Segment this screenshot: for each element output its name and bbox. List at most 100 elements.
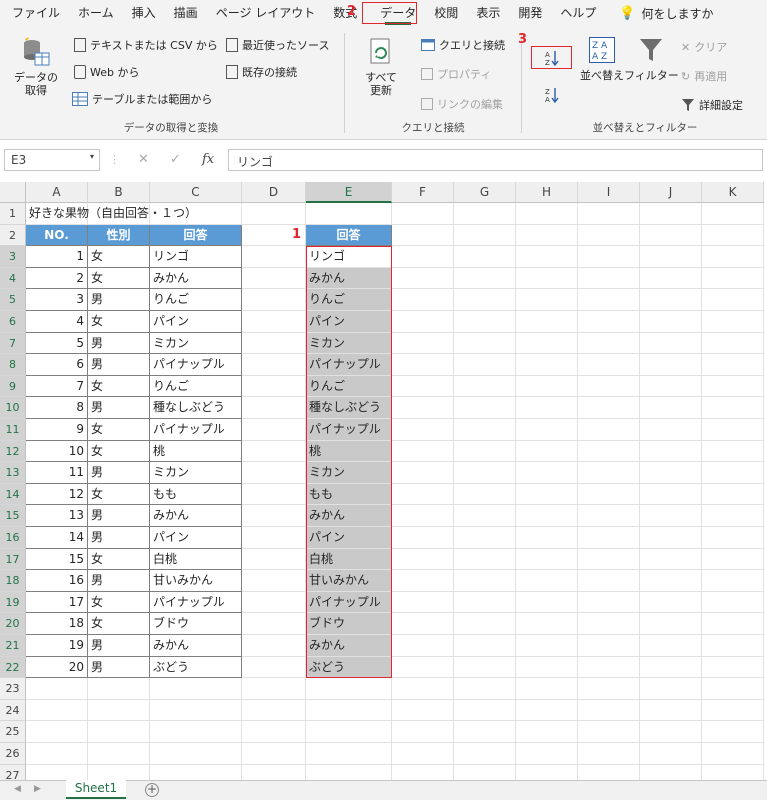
cell[interactable] (306, 764, 392, 780)
cell[interactable] (702, 743, 764, 765)
cell[interactable] (392, 397, 454, 419)
selected-cell[interactable]: 甘いみかん (306, 570, 392, 592)
cell[interactable] (392, 764, 454, 780)
table-cell[interactable]: ミカン (150, 462, 242, 484)
cell[interactable] (242, 678, 306, 700)
cell[interactable] (88, 721, 150, 743)
table-cell[interactable]: 19 (26, 635, 88, 657)
selected-cell[interactable]: りんご (306, 375, 392, 398)
row-header[interactable]: 4 (0, 267, 26, 290)
row-header[interactable]: 17 (0, 548, 26, 571)
cell[interactable] (26, 743, 88, 765)
table-cell[interactable]: 男 (88, 505, 150, 527)
cell[interactable] (702, 354, 764, 376)
cell[interactable] (454, 743, 516, 765)
enter-check-icon[interactable]: ✓ (170, 152, 181, 167)
cell[interactable] (454, 354, 516, 376)
cell[interactable] (640, 440, 702, 463)
cell[interactable] (640, 483, 702, 506)
cell[interactable] (454, 678, 516, 700)
table-header-cell[interactable]: 回答 (150, 224, 242, 247)
existing-connections-button[interactable]: 既存の接続 (226, 64, 297, 80)
cell[interactable] (454, 267, 516, 290)
selected-cell[interactable]: リンゴ (306, 246, 392, 268)
cell[interactable] (392, 311, 454, 333)
row-header[interactable]: 12 (0, 440, 26, 463)
cell[interactable] (702, 224, 764, 247)
cell[interactable] (26, 764, 88, 780)
cell[interactable] (392, 246, 454, 268)
insert-function-icon[interactable]: fx (202, 152, 214, 167)
table-cell[interactable]: 5 (26, 332, 88, 355)
cell[interactable] (242, 656, 306, 679)
cell[interactable] (392, 332, 454, 355)
cell[interactable] (454, 527, 516, 549)
cell[interactable] (702, 462, 764, 484)
cell[interactable] (242, 764, 306, 780)
table-cell[interactable]: 白桃 (150, 548, 242, 571)
table-cell[interactable]: みかん (150, 267, 242, 290)
cell[interactable] (306, 203, 392, 225)
selected-cell[interactable]: りんご (306, 289, 392, 311)
cell[interactable] (150, 721, 242, 743)
tab-7[interactable]: 校閲 (425, 0, 467, 27)
cell[interactable] (242, 570, 306, 592)
column-header-d[interactable]: D (242, 182, 306, 203)
table-cell[interactable]: 男 (88, 354, 150, 376)
cell[interactable] (516, 721, 578, 743)
row-header[interactable]: 3 (0, 246, 26, 268)
scroll-left-icon[interactable]: ◀ (14, 784, 21, 794)
cell[interactable] (306, 743, 392, 765)
cell[interactable] (516, 440, 578, 463)
cell[interactable] (640, 332, 702, 355)
select-all-corner[interactable] (0, 182, 26, 203)
row-header[interactable]: 9 (0, 375, 26, 398)
cell[interactable] (454, 203, 516, 225)
table-cell[interactable]: みかん (150, 635, 242, 657)
table-cell[interactable]: 男 (88, 635, 150, 657)
cell[interactable] (454, 419, 516, 441)
tab-4[interactable]: ページ レイアウト (207, 0, 325, 27)
cell[interactable] (454, 462, 516, 484)
table-cell[interactable]: 女 (88, 483, 150, 506)
cell[interactable] (516, 224, 578, 247)
cell[interactable] (578, 440, 640, 463)
cell[interactable] (242, 311, 306, 333)
row-header[interactable]: 24 (0, 699, 26, 722)
table-cell[interactable]: 男 (88, 527, 150, 549)
table-cell[interactable]: パイナップル (150, 591, 242, 614)
cell[interactable] (702, 332, 764, 355)
cell[interactable] (578, 527, 640, 549)
cell[interactable] (640, 505, 702, 527)
cell[interactable] (702, 397, 764, 419)
cell[interactable] (88, 678, 150, 700)
cell[interactable] (392, 570, 454, 592)
cell[interactable] (454, 570, 516, 592)
table-cell[interactable]: 20 (26, 656, 88, 679)
selected-cell[interactable]: パイナップル (306, 591, 392, 614)
row-header[interactable]: 18 (0, 570, 26, 592)
tab-10[interactable]: ヘルプ (551, 0, 605, 27)
cell[interactable] (392, 613, 454, 635)
cell[interactable] (242, 246, 306, 268)
cell[interactable] (392, 527, 454, 549)
selected-cell[interactable]: 桃 (306, 440, 392, 463)
cell[interactable] (454, 397, 516, 419)
properties-button[interactable]: プロパティ (421, 66, 491, 82)
selected-cell[interactable]: ブドウ (306, 613, 392, 635)
cell[interactable] (702, 591, 764, 614)
cell[interactable] (392, 505, 454, 527)
table-cell[interactable]: 男 (88, 289, 150, 311)
column-header-k[interactable]: K (702, 182, 764, 203)
row-header[interactable]: 15 (0, 505, 26, 527)
cell[interactable] (516, 743, 578, 765)
selected-cell[interactable]: パイナップル (306, 354, 392, 376)
cell[interactable] (392, 678, 454, 700)
cell[interactable] (702, 613, 764, 635)
web-button[interactable]: Web から (74, 64, 139, 80)
cell[interactable] (242, 332, 306, 355)
table-cell[interactable]: 1 (26, 246, 88, 268)
cell[interactable] (640, 721, 702, 743)
cell[interactable] (578, 591, 640, 614)
cell[interactable] (454, 505, 516, 527)
